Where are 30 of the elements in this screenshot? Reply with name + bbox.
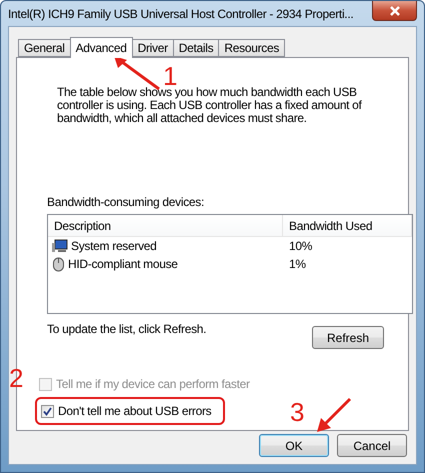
tab[interactable]: Details [172, 39, 220, 57]
tab[interactable]: Advanced [70, 37, 133, 58]
step-number: 3 [290, 399, 304, 425]
mouse-icon [52, 256, 65, 272]
tab[interactable]: General [18, 39, 71, 57]
checkbox[interactable] [41, 404, 54, 418]
ok-button[interactable]: OK [259, 434, 329, 457]
devices-label: Bandwidth-consuming devices: [47, 195, 206, 209]
step-number: 2 [9, 365, 24, 391]
window-title: Intel(R) ICH9 Family USB Universal Host Controller - 2934 Properti... [8, 6, 354, 20]
arrow-annotation [316, 397, 352, 433]
column-header[interactable]: Bandwidth Used [283, 215, 412, 237]
column-header[interactable]: Description [48, 215, 283, 237]
device-name: HID-compliant mouse [68, 257, 178, 271]
step-number: 1 [163, 63, 178, 89]
description-text: The table below shows you how much bandwidth each USB controller is using. Each USB controller has a fixed amount of bandwidth, which all attached devices must share. [57, 86, 363, 125]
close-icon [388, 6, 400, 16]
tab[interactable]: Resources [218, 39, 286, 57]
close-button[interactable] [372, 1, 417, 21]
table-cell-text: 1% [288, 257, 307, 271]
check-icon [43, 406, 52, 416]
tab[interactable]: Driver [132, 39, 174, 57]
cancel-button[interactable]: Cancel [337, 434, 407, 457]
checkbox-label: Tell me if my device can perform faster [56, 377, 250, 391]
refresh-button[interactable]: Refresh [312, 326, 384, 349]
table-cell-text: 10% [288, 239, 314, 253]
monitor-icon [52, 239, 68, 253]
checkbox-label: Don't tell me about USB errors [58, 404, 212, 418]
refresh-hint: To update the list, click Refresh. [47, 322, 206, 336]
device-name: System reserved [71, 239, 157, 253]
